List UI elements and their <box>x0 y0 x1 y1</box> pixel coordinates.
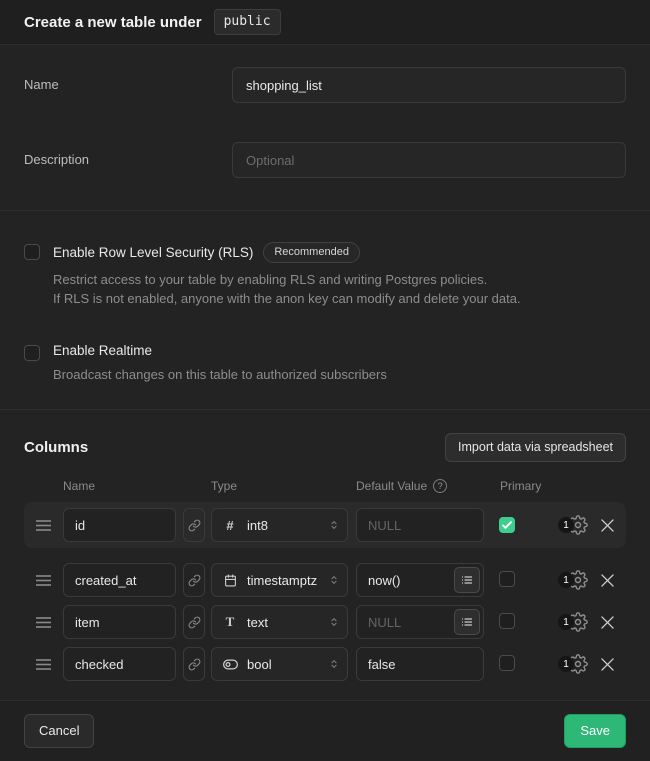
primary-checkbox[interactable] <box>499 655 515 671</box>
dialog-footer: Cancel Save <box>0 700 650 761</box>
table-name-input[interactable] <box>232 67 626 103</box>
rls-option: Enable Row Level Security (RLS) Recommen… <box>24 242 626 308</box>
header-default-value: Default Value <box>356 479 427 493</box>
column-type-select[interactable]: timestamptz <box>211 563 348 597</box>
column-row-id: # int8 1 <box>24 502 626 548</box>
default-value-menu-icon[interactable] <box>454 567 480 593</box>
header-name: Name <box>63 479 176 493</box>
save-button[interactable]: Save <box>564 714 626 748</box>
drag-handle-icon[interactable] <box>24 658 63 671</box>
realtime-description: Broadcast changes on this table to autho… <box>53 365 387 384</box>
foreign-key-icon[interactable] <box>183 508 205 542</box>
default-value-menu-icon[interactable] <box>454 609 480 635</box>
calendar-icon <box>222 574 238 587</box>
schema-badge: public <box>214 9 281 35</box>
chevron-up-down-icon <box>329 518 339 532</box>
column-name-input[interactable] <box>63 647 176 681</box>
drag-handle-icon[interactable] <box>24 616 63 629</box>
primary-checkbox[interactable] <box>499 517 515 533</box>
column-type-label: bool <box>247 657 329 672</box>
header-type: Type <box>211 479 348 493</box>
chevron-up-down-icon <box>329 615 339 629</box>
column-type-select[interactable]: bool <box>211 647 348 681</box>
chevron-up-down-icon <box>329 573 339 587</box>
header-primary: Primary <box>500 479 541 493</box>
primary-checkbox[interactable] <box>499 613 515 629</box>
table-options-section: Enable Row Level Security (RLS) Recommen… <box>0 211 650 410</box>
description-label: Description <box>24 142 232 167</box>
import-spreadsheet-button[interactable]: Import data via spreadsheet <box>445 433 626 462</box>
column-type-select[interactable]: # int8 <box>211 508 348 542</box>
settings-count-badge: 1 <box>558 517 574 533</box>
rls-label: Enable Row Level Security (RLS) <box>53 245 253 260</box>
settings-count-badge: 1 <box>558 614 574 630</box>
primary-checkbox[interactable] <box>499 571 515 587</box>
column-type-label: int8 <box>247 518 329 533</box>
dialog-header: Create a new table under public <box>0 0 650 45</box>
columns-section: Columns Import data via spreadsheet Name… <box>0 410 650 700</box>
remove-column-icon[interactable] <box>601 574 614 587</box>
recommended-badge: Recommended <box>263 242 360 263</box>
realtime-checkbox[interactable] <box>24 345 40 361</box>
foreign-key-icon[interactable] <box>183 605 205 639</box>
column-row-item: T text 1 <box>24 601 626 643</box>
realtime-option: Enable Realtime Broadcast changes on thi… <box>24 343 626 384</box>
column-row-checked: bool 1 <box>24 643 626 685</box>
column-type-label: timestamptz <box>247 573 329 588</box>
realtime-label: Enable Realtime <box>53 343 152 358</box>
name-label: Name <box>24 67 232 92</box>
columns-title: Columns <box>24 439 88 456</box>
table-info-section: Name Description <box>0 45 650 211</box>
remove-column-icon[interactable] <box>601 519 614 532</box>
column-type-select[interactable]: T text <box>211 605 348 639</box>
drag-handle-icon[interactable] <box>24 574 63 587</box>
column-type-label: text <box>247 615 329 630</box>
default-value-input[interactable] <box>356 647 484 681</box>
column-name-input[interactable] <box>63 605 176 639</box>
column-row-created-at: timestamptz 1 <box>24 559 626 601</box>
toggle-icon <box>222 659 238 670</box>
drag-handle-icon[interactable] <box>24 519 63 532</box>
settings-count-badge: 1 <box>558 656 574 672</box>
column-name-input[interactable] <box>63 508 176 542</box>
rls-description: Restrict access to your table by enablin… <box>53 270 521 308</box>
columns-table-header: Name Type Default Value ? Primary <box>24 479 626 493</box>
cancel-button[interactable]: Cancel <box>24 714 94 748</box>
chevron-up-down-icon <box>329 657 339 671</box>
help-icon[interactable]: ? <box>433 479 447 493</box>
text-type-icon: T <box>222 614 238 630</box>
rls-checkbox[interactable] <box>24 244 40 260</box>
foreign-key-icon[interactable] <box>183 563 205 597</box>
table-description-input[interactable] <box>232 142 626 178</box>
default-value-input[interactable] <box>356 508 484 542</box>
remove-column-icon[interactable] <box>601 658 614 671</box>
remove-column-icon[interactable] <box>601 616 614 629</box>
settings-count-badge: 1 <box>558 572 574 588</box>
dialog-title: Create a new table under <box>24 14 202 31</box>
hash-icon: # <box>222 518 238 533</box>
foreign-key-icon[interactable] <box>183 647 205 681</box>
column-name-input[interactable] <box>63 563 176 597</box>
